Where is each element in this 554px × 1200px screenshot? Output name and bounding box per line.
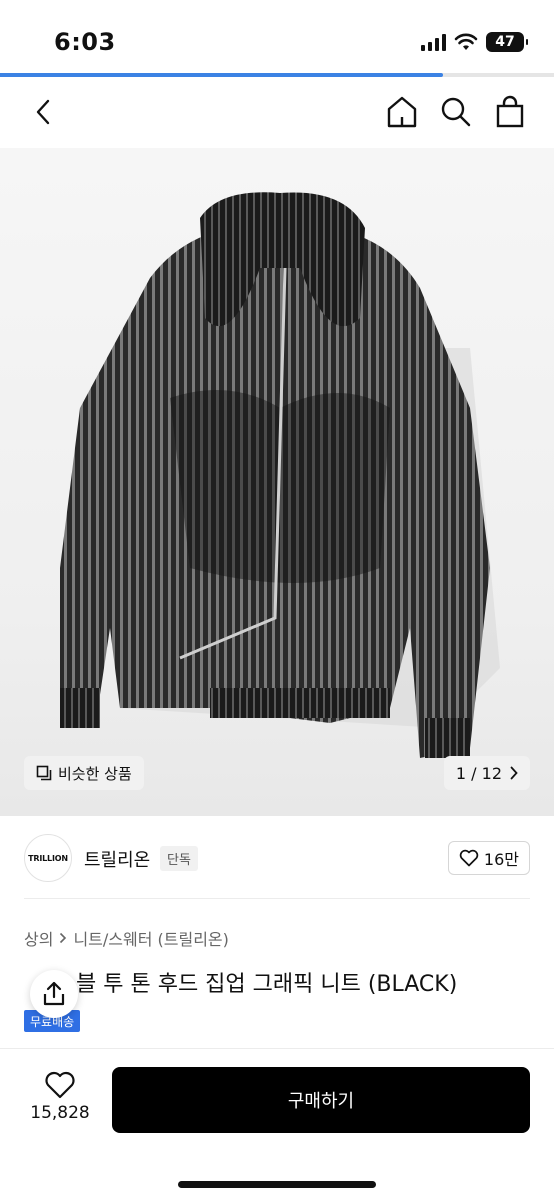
hoodie-image: [60, 192, 500, 758]
heart-icon: [45, 1071, 75, 1099]
breadcrumb-category[interactable]: 상의: [24, 926, 53, 950]
home-icon: [387, 96, 417, 128]
brand-logo[interactable]: TRILLION: [24, 834, 72, 882]
search-icon: [441, 97, 471, 127]
home-indicator: [178, 1181, 376, 1188]
brand-row: TRILLION 트릴리온 단독 16만: [0, 832, 554, 884]
share-button[interactable]: [30, 970, 78, 1018]
buy-button[interactable]: 구매하기: [112, 1067, 530, 1133]
page-load-progress: [0, 73, 554, 77]
similar-items-icon: [36, 765, 52, 781]
bottom-bar: 15,828 구매하기: [0, 1048, 554, 1200]
image-page-count: 1 / 12: [455, 763, 502, 783]
battery-icon: 47: [486, 32, 528, 52]
image-page-indicator[interactable]: 1 / 12: [443, 756, 530, 790]
exclusive-badge: 단독: [160, 846, 198, 871]
breadcrumb-subcategory[interactable]: 니트/스웨터 (트릴리온): [73, 926, 228, 950]
search-button[interactable]: [438, 92, 474, 132]
status-icons: 47: [421, 32, 528, 52]
divider: [24, 898, 530, 899]
brand-name[interactable]: 트릴리온: [84, 846, 150, 872]
chevron-left-icon: [36, 99, 50, 125]
breadcrumb: 상의 니트/스웨터 (트릴리온): [24, 926, 229, 950]
wishlist-count: 15,828: [30, 1103, 90, 1123]
similar-products-label: 비슷한 상품: [58, 764, 132, 783]
brand-like-button[interactable]: 16만: [447, 841, 530, 875]
home-button[interactable]: [384, 92, 420, 132]
brand-like-count: 16만: [483, 850, 519, 869]
signal-icon: [421, 33, 446, 51]
product-title: 블 투 톤 후드 집업 그래픽 니트 (BLACK): [24, 966, 534, 998]
chevron-right-icon: [60, 932, 67, 944]
product-image[interactable]: 비슷한 상품 1 / 12: [0, 148, 554, 816]
wifi-icon: [454, 33, 478, 50]
chevron-right-icon: [510, 766, 518, 780]
heart-icon: [459, 849, 479, 867]
top-nav: [0, 80, 554, 144]
status-time: 6:03: [54, 28, 116, 56]
status-bar: 6:03 47: [0, 0, 554, 74]
shopping-bag-icon: [496, 95, 524, 128]
back-button[interactable]: [28, 94, 58, 130]
wishlist-button[interactable]: 15,828: [24, 1071, 96, 1123]
page-load-progress-fill: [0, 73, 444, 77]
similar-products-button[interactable]: 비슷한 상품: [24, 756, 144, 790]
product-title-text: 블 투 톤 후드 집업 그래픽 니트 (BLACK): [76, 972, 458, 997]
cart-button[interactable]: [492, 92, 528, 132]
share-icon: [43, 981, 65, 1006]
